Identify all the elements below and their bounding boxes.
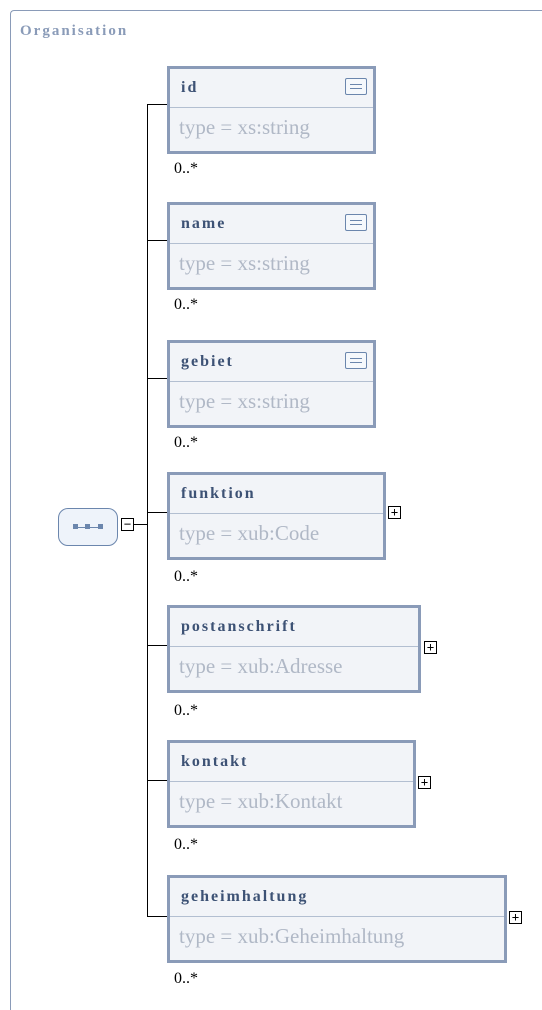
expand-postanschrift-toggle[interactable]: + <box>424 641 437 654</box>
element-box-postanschrift[interactable]: postanschrift type = xub:Adresse <box>167 605 421 693</box>
branch-line <box>147 378 167 379</box>
element-header: id <box>170 69 373 108</box>
element-name: id <box>181 79 199 96</box>
element-type: type = xub:Code <box>179 521 320 545</box>
cardinality-label: 0..* <box>174 836 198 853</box>
element-name: postanschrift <box>181 618 297 635</box>
element-name: name <box>181 215 227 232</box>
element-name: geheimhaltung <box>181 888 309 905</box>
plus-box-icon: + <box>420 775 429 789</box>
plus-box-icon: + <box>426 640 435 654</box>
cardinality-label: 0..* <box>174 434 198 451</box>
element-header: funktion <box>170 475 383 514</box>
element-header: kontakt <box>170 743 413 782</box>
cardinality-label: 0..* <box>174 702 198 719</box>
cardinality-label: 0..* <box>174 160 198 177</box>
sequence-compositor[interactable] <box>58 508 118 546</box>
element-header: name <box>170 205 373 244</box>
sequence-compositor-icon <box>73 523 103 531</box>
branch-line <box>147 916 167 917</box>
branch-line <box>147 780 167 781</box>
documentation-icon[interactable] <box>345 214 367 231</box>
compositor-connector <box>134 524 147 525</box>
cardinality-label: 0..* <box>174 296 198 313</box>
branch-line <box>147 104 167 105</box>
element-header: geheimhaltung <box>170 878 504 917</box>
diagram-title: Organisation <box>20 23 129 39</box>
minus-box-icon: − <box>123 517 132 531</box>
element-box-gebiet[interactable]: gebiet type = xs:string <box>167 340 376 428</box>
element-box-funktion[interactable]: funktion type = xub:Code <box>167 472 386 560</box>
element-type: type = xub:Kontakt <box>179 789 343 813</box>
element-type: type = xub:Adresse <box>179 654 343 678</box>
expand-kontakt-toggle[interactable]: + <box>418 776 431 789</box>
element-type: type = xub:Geheimhaltung <box>179 924 405 948</box>
cardinality-label: 0..* <box>174 568 198 585</box>
cardinality-label: 0..* <box>174 970 198 987</box>
element-header: gebiet <box>170 343 373 382</box>
element-box-id[interactable]: id type = xs:string <box>167 66 376 154</box>
plus-box-icon: + <box>390 505 399 519</box>
branch-line <box>147 240 167 241</box>
element-name: funktion <box>181 485 256 502</box>
collapse-sequence-toggle[interactable]: − <box>121 518 134 531</box>
element-type: type = xs:string <box>179 251 310 275</box>
element-header: postanschrift <box>170 608 418 647</box>
element-box-geheimhaltung[interactable]: geheimhaltung type = xub:Geheimhaltung <box>167 875 507 963</box>
plus-box-icon: + <box>511 910 520 924</box>
element-type: type = xs:string <box>179 115 310 139</box>
element-name: kontakt <box>181 753 249 770</box>
element-box-name[interactable]: name type = xs:string <box>167 202 376 290</box>
branch-line <box>147 645 167 646</box>
documentation-icon[interactable] <box>345 352 367 369</box>
branch-line <box>147 512 167 513</box>
expand-funktion-toggle[interactable]: + <box>388 506 401 519</box>
branch-trunk-line <box>147 105 148 917</box>
element-name: gebiet <box>181 353 234 370</box>
element-box-kontakt[interactable]: kontakt type = xub:Kontakt <box>167 740 416 828</box>
element-type: type = xs:string <box>179 389 310 413</box>
expand-geheimhaltung-toggle[interactable]: + <box>509 911 522 924</box>
documentation-icon[interactable] <box>345 78 367 95</box>
